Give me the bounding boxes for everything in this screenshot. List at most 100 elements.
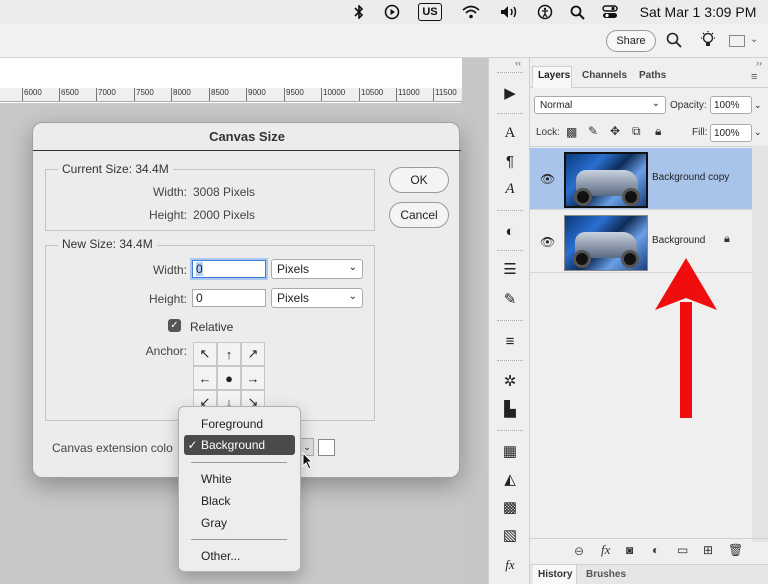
anchor-center[interactable]: ● — [217, 366, 241, 390]
menu-item-gray[interactable]: Gray — [201, 516, 227, 530]
menu-item-white[interactable]: White — [201, 472, 232, 486]
lock-transparent-icon[interactable]: ▩ — [566, 125, 577, 139]
navigator-icon[interactable]: ✲ — [499, 370, 521, 392]
properties-icon[interactable]: ≡ — [499, 330, 521, 352]
collapse-icon[interactable]: ‹‹ — [515, 58, 521, 68]
width-unit-select[interactable]: Pixels ⌄ — [271, 259, 363, 279]
divider — [497, 430, 523, 432]
relative-checkbox[interactable]: ✓ — [168, 319, 181, 332]
search-icon[interactable] — [666, 32, 682, 51]
clone-source-icon[interactable]: ☰ — [499, 258, 521, 280]
accessibility-icon[interactable] — [536, 3, 554, 21]
fill-value: 100% — [714, 127, 740, 139]
layer-mask-icon[interactable]: ◙ — [626, 543, 633, 557]
menu-separator — [191, 462, 287, 463]
keyboard-input-badge[interactable]: US — [418, 3, 442, 21]
current-width-label: Width: — [152, 185, 187, 199]
chevron-down-icon[interactable]: ⌄ — [754, 100, 762, 111]
expand-icon[interactable]: ›› — [756, 58, 762, 68]
wifi-icon[interactable] — [460, 3, 482, 21]
new-height-label: Height: — [148, 292, 187, 306]
height-unit-select[interactable]: Pixels ⌄ — [271, 288, 363, 308]
new-height-input[interactable]: 0 — [192, 289, 266, 307]
visibility-eye-icon[interactable]: 👁︎ — [540, 172, 555, 186]
delete-layer-icon[interactable]: 🗑︎ — [728, 543, 743, 557]
anchor-left[interactable]: ← — [193, 366, 217, 390]
lock-pixels-icon[interactable]: ✎ — [588, 124, 598, 138]
layer-row-background[interactable]: 👁︎ Background 🔒︎ — [530, 211, 752, 273]
layer-thumbnail — [564, 215, 648, 271]
layer-name[interactable]: Background — [652, 235, 705, 246]
lock-artboard-icon[interactable]: ⧉ — [632, 124, 641, 139]
panel-tool-strip: ‹‹ ▶ A ¶ A ◐ ☰ ✎ ≡ ✲ ▙ ▦ ◭ ▩ ▧ fx — [488, 58, 530, 584]
divider — [497, 360, 523, 362]
search-icon[interactable] — [568, 3, 586, 21]
blend-mode-select[interactable]: Normal ⌄ — [534, 96, 666, 114]
cancel-button[interactable]: Cancel — [389, 202, 449, 228]
character-icon[interactable]: A — [499, 122, 521, 144]
gradients-icon[interactable]: ▧ — [499, 524, 521, 546]
new-height-value: 0 — [196, 291, 203, 305]
chevron-down-icon[interactable]: ⌄ — [750, 34, 758, 45]
anchor-top[interactable]: ↑ — [217, 342, 241, 366]
menu-item-foreground[interactable]: Foreground — [201, 417, 263, 431]
lightbulb-icon[interactable] — [699, 30, 717, 53]
new-group-icon[interactable]: ▭ — [677, 543, 688, 557]
opacity-label: Opacity: — [670, 100, 707, 111]
lock-all-icon[interactable]: 🔒︎ — [655, 124, 661, 139]
histogram-icon[interactable]: ▙ — [499, 398, 521, 420]
share-button[interactable]: Share — [606, 30, 656, 52]
fill-input[interactable]: 100% — [710, 124, 752, 142]
panel-menu-icon[interactable]: ≡ — [751, 71, 757, 83]
visibility-eye-icon[interactable]: 👁︎ — [540, 235, 555, 249]
opacity-input[interactable]: 100% — [710, 96, 752, 114]
patterns-icon[interactable]: ▩ — [499, 496, 521, 518]
control-center-icon[interactable] — [601, 3, 619, 21]
chevron-down-icon[interactable]: ⌄ — [754, 127, 762, 138]
lock-position-icon[interactable]: ✥ — [610, 124, 620, 138]
new-layer-icon[interactable]: ⊞ — [703, 543, 713, 557]
volume-icon[interactable] — [499, 3, 521, 21]
ok-button[interactable]: OK — [389, 167, 449, 193]
menu-item-other[interactable]: Other... — [201, 549, 240, 563]
current-height-label: Height: — [148, 208, 187, 222]
layer-lock-icon: 🔒︎ — [724, 233, 730, 245]
layers-panel: ›› Layers Channels Paths ≡ Normal ⌄ Opac… — [530, 58, 768, 584]
layer-style-icon[interactable]: fx — [601, 542, 610, 558]
anchor-top-left[interactable]: ↖ — [193, 342, 217, 366]
tab-paths[interactable]: Paths — [639, 70, 666, 81]
divider — [497, 210, 523, 212]
chevron-down-icon: ⌄ — [348, 262, 357, 273]
actions-play-icon[interactable]: ▶ — [499, 82, 521, 104]
tab-layers[interactable]: Layers — [538, 70, 570, 81]
layers-scrollbar[interactable] — [752, 146, 768, 542]
horizontal-ruler: 6000 6500 7000 7500 8000 8500 9000 9500 … — [0, 88, 462, 102]
ruler-tick: 11000 — [396, 88, 420, 101]
tab-brushes[interactable]: Brushes — [586, 569, 626, 580]
bluetooth-icon[interactable] — [352, 3, 366, 21]
menu-item-black[interactable]: Black — [201, 494, 230, 508]
anchor-top-right[interactable]: ↗ — [241, 342, 265, 366]
tab-history[interactable]: History — [538, 569, 572, 580]
play-circle-icon[interactable] — [383, 3, 401, 21]
layer-name[interactable]: Background copy — [652, 172, 729, 183]
swatches-icon[interactable]: ▦ — [499, 440, 521, 462]
workspace-icon[interactable] — [729, 35, 745, 47]
new-width-input[interactable]: 0 — [192, 260, 266, 278]
shapes-icon[interactable]: ◭ — [499, 468, 521, 490]
adjustment-layer-icon[interactable]: ◐ — [652, 543, 659, 557]
divider — [497, 113, 523, 115]
adjustments-icon[interactable]: ◐ — [499, 220, 521, 242]
tab-channels[interactable]: Channels — [582, 70, 627, 81]
brush-settings-icon[interactable]: ✎ — [499, 288, 521, 310]
menubar-clock[interactable]: Sat Mar 1 3:09 PM — [634, 3, 762, 21]
anchor-right[interactable]: → — [241, 366, 265, 390]
link-layers-icon[interactable]: ⊖ — [574, 544, 584, 558]
styles-icon[interactable]: fx — [499, 554, 521, 576]
extension-color-swatch[interactable] — [318, 439, 335, 456]
paragraph-icon[interactable]: ¶ — [499, 150, 521, 172]
chevron-down-icon: ⌄ — [651, 98, 660, 109]
glyphs-icon[interactable]: A — [499, 178, 521, 200]
layer-row-background-copy[interactable]: 👁︎ Background copy — [530, 148, 752, 210]
menu-item-background[interactable]: ✓ Background — [184, 435, 295, 455]
